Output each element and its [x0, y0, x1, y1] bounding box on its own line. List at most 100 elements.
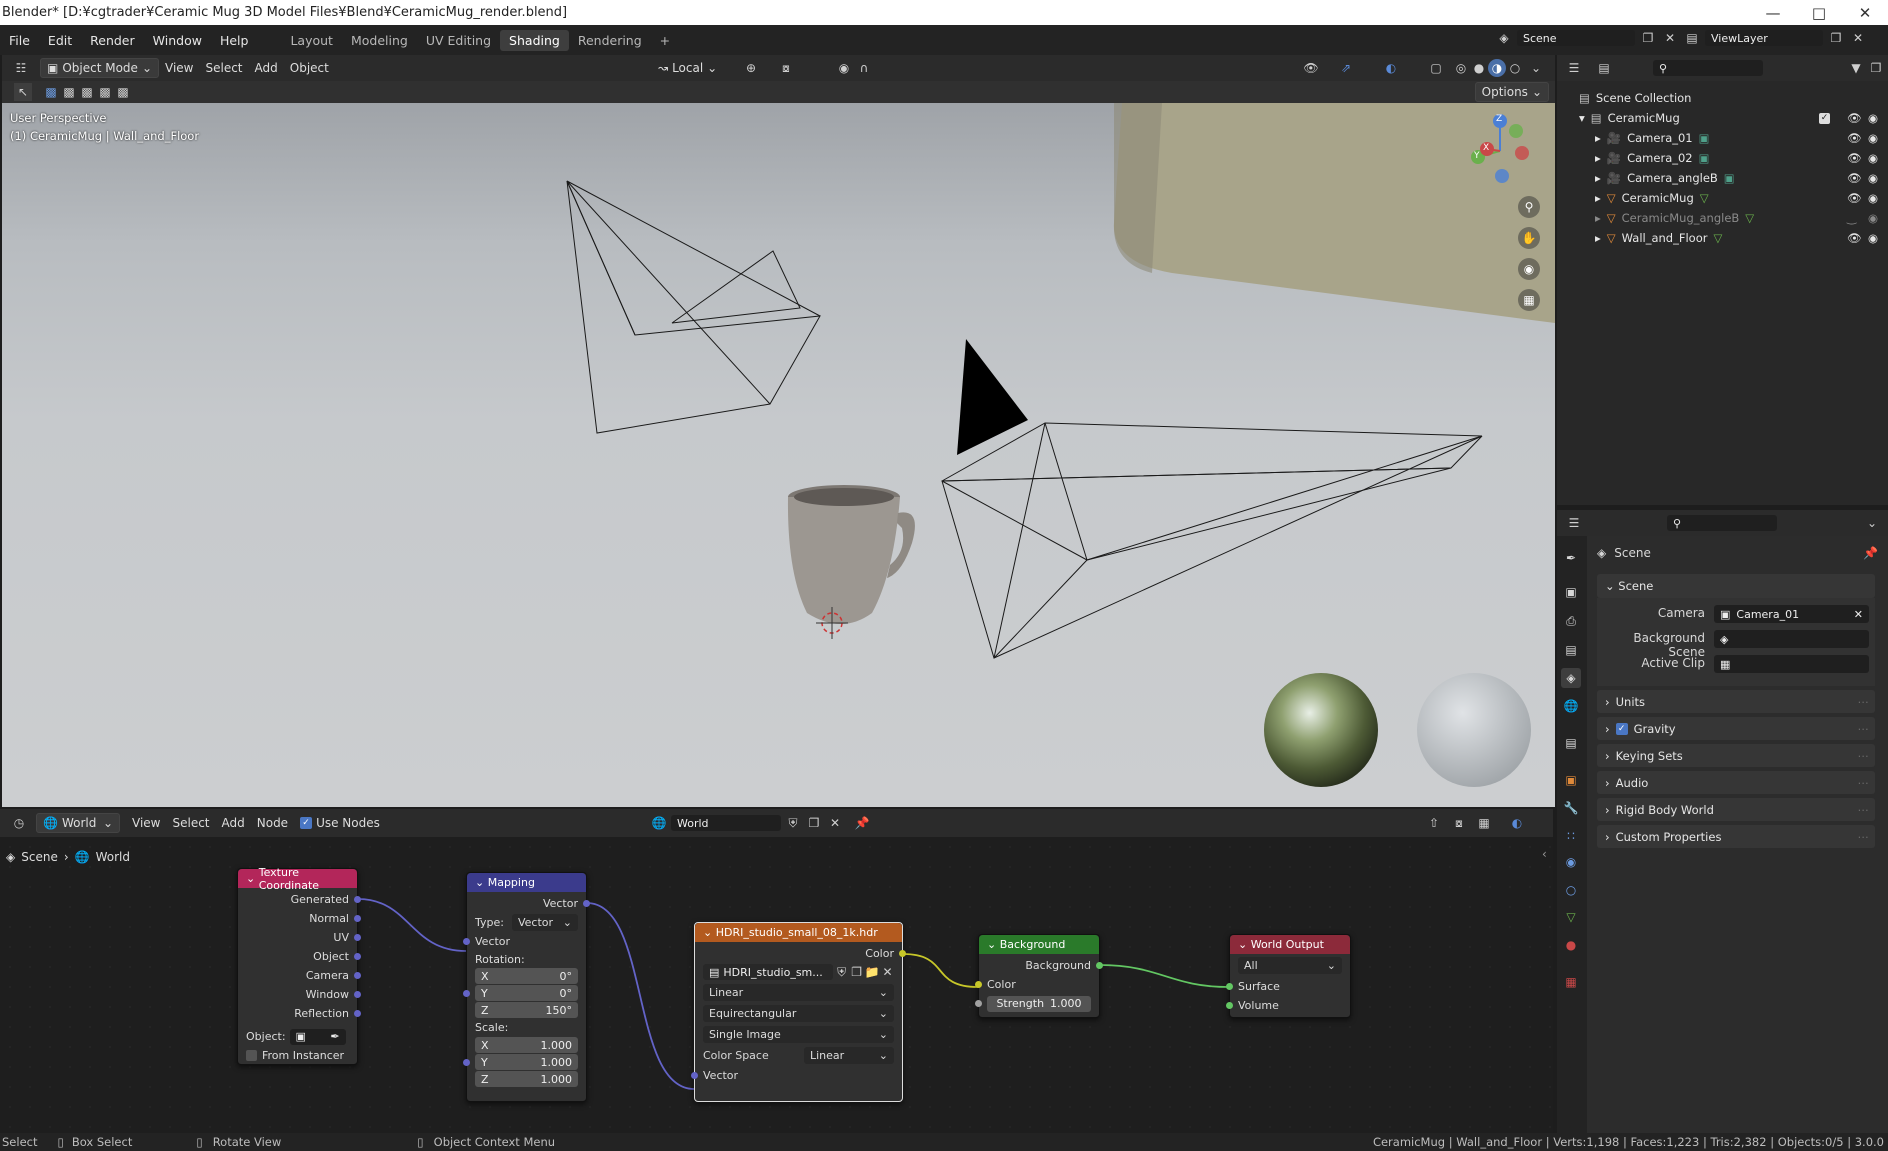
- chevron-right-icon[interactable]: ▸: [1595, 231, 1601, 245]
- output-socket[interactable]: [354, 896, 361, 903]
- output-properties-icon[interactable]: ⎙: [1561, 611, 1581, 631]
- new-viewlayer-icon[interactable]: ❐: [1827, 29, 1845, 47]
- world-properties-icon[interactable]: 🌐: [1561, 696, 1581, 716]
- display-mode-icon[interactable]: ▤: [1595, 59, 1613, 77]
- use-nodes-toggle[interactable]: ✓ Use Nodes: [294, 814, 386, 832]
- editor-type-icon[interactable]: ◷: [10, 814, 28, 832]
- render-camera-icon[interactable]: ◉: [1868, 231, 1878, 245]
- options-button[interactable]: Options ⌄: [1474, 82, 1549, 102]
- unlink-world-icon[interactable]: ✕: [826, 814, 844, 832]
- transform-orientation[interactable]: ↝ Local ⌄: [652, 59, 723, 77]
- hand-icon[interactable]: ✋: [1518, 227, 1540, 249]
- input-socket[interactable]: [975, 981, 982, 988]
- input-socket[interactable]: [463, 938, 470, 945]
- clear-icon[interactable]: ✕: [1854, 608, 1863, 621]
- delete-scene-icon[interactable]: ✕: [1661, 29, 1679, 47]
- world-name-field[interactable]: World: [671, 815, 781, 831]
- input-socket[interactable]: [463, 1059, 470, 1066]
- output-socket[interactable]: [354, 1010, 361, 1017]
- active-clip-field[interactable]: ▦: [1714, 655, 1869, 673]
- scene-selector[interactable]: Scene: [1517, 30, 1635, 46]
- object-picker[interactable]: ▣ ✒: [289, 1028, 346, 1045]
- menu-render[interactable]: Render: [81, 33, 144, 48]
- minimize-icon[interactable]: —: [1750, 0, 1796, 25]
- outliner-scene-collection[interactable]: ▤ Scene Collection: [1557, 88, 1888, 108]
- node-editor[interactable]: ◈ Scene › 🌐 World ‹ ⌄ Texture Coordinate…: [0, 837, 1553, 1133]
- panel-keying-sets[interactable]: › Keying Sets ⋯: [1597, 744, 1875, 767]
- interpolation-dropdown[interactable]: Linear ⌄: [703, 984, 894, 1001]
- tab-uv-editing[interactable]: UV Editing: [417, 30, 500, 51]
- object-properties-icon[interactable]: ▣: [1561, 770, 1581, 790]
- image-selector[interactable]: ▤ HDRI_studio_sm...: [703, 964, 834, 980]
- camera-data-icon[interactable]: ▣: [1699, 151, 1710, 165]
- world-browse-icon[interactable]: 🌐: [650, 814, 668, 832]
- color-space-dropdown[interactable]: Linear ⌄: [804, 1047, 894, 1064]
- input-socket[interactable]: [463, 990, 470, 997]
- panel-scene-header[interactable]: ⌄ Scene: [1597, 574, 1875, 598]
- camera-field[interactable]: ▣ Camera_01 ✕: [1714, 605, 1869, 623]
- editor-type-icon[interactable]: ☰: [1565, 514, 1583, 532]
- material-shading-icon[interactable]: ◑: [1488, 59, 1506, 77]
- panel-rigid-body-world[interactable]: › Rigid Body World ⋯: [1597, 798, 1875, 821]
- open-folder-icon[interactable]: 📁: [865, 963, 880, 981]
- mode-selector[interactable]: ▣ Object Mode ⌄: [40, 58, 159, 78]
- tab-modeling[interactable]: Modeling: [342, 30, 417, 51]
- mesh-data-icon[interactable]: ▽: [1713, 231, 1722, 245]
- output-socket[interactable]: [354, 934, 361, 941]
- outliner-item[interactable]: ▸ 🎥 Camera_02 ▣ 👁 ◉: [1557, 148, 1888, 168]
- scale-x-field[interactable]: X 1.000: [475, 1037, 578, 1053]
- node-background[interactable]: ⌄ Background Background Color Strength 1…: [975, 934, 1103, 1018]
- panel-custom-properties[interactable]: › Custom Properties ⋯: [1597, 825, 1875, 848]
- proportional-edit-icon[interactable]: ◉: [835, 59, 853, 77]
- chevron-right-icon[interactable]: ▸: [1595, 151, 1601, 165]
- node-texture-coordinate[interactable]: ⌄ Texture Coordinate Generated Normal UV…: [237, 866, 361, 1065]
- constraints-properties-icon[interactable]: ○: [1561, 880, 1581, 900]
- node-environment-texture[interactable]: ⌄ HDRI_studio_small_08_1k.hdr Color ▤ HDR…: [691, 922, 906, 1102]
- chevron-right-icon[interactable]: ▸: [1595, 131, 1601, 145]
- unlink-image-icon[interactable]: ✕: [881, 963, 894, 981]
- properties-search-input[interactable]: ⚲: [1667, 515, 1777, 531]
- select-invert-icon[interactable]: ▩: [96, 83, 114, 101]
- render-camera-icon[interactable]: ◉: [1868, 211, 1878, 225]
- render-camera-icon[interactable]: ◉: [1868, 131, 1878, 145]
- parent-node-icon[interactable]: ⇧: [1425, 814, 1443, 832]
- tab-shading[interactable]: Shading: [500, 29, 569, 51]
- drag-handle-icon[interactable]: ⋯: [1858, 695, 1870, 709]
- outliner-item[interactable]: ▸ ▽ Wall_and_Floor ▽ 👁 ◉: [1557, 228, 1888, 248]
- camera-data-icon[interactable]: ▣: [1724, 171, 1735, 185]
- pin-icon[interactable]: 📌: [853, 814, 871, 832]
- new-collection-icon[interactable]: ❐: [1867, 59, 1885, 77]
- collection-properties-icon[interactable]: ▤: [1561, 733, 1581, 753]
- eye-icon[interactable]: 👁: [1847, 111, 1862, 125]
- node-menu-node[interactable]: Node: [251, 814, 294, 832]
- filter-icon[interactable]: ▼: [1847, 59, 1865, 77]
- grid-view-icon[interactable]: ▦: [1518, 289, 1540, 311]
- menu-window[interactable]: Window: [144, 33, 211, 48]
- viewport-menu-object[interactable]: Object: [284, 59, 335, 77]
- overlays-icon[interactable]: ◐: [1382, 59, 1400, 77]
- mesh-data-icon[interactable]: ▽: [1745, 211, 1754, 225]
- outliner-search-input[interactable]: ⚲: [1653, 60, 1763, 76]
- maximize-icon[interactable]: □: [1796, 0, 1842, 25]
- eye-icon[interactable]: 👁: [1847, 171, 1862, 185]
- eye-icon[interactable]: 👁: [1847, 231, 1862, 245]
- select-subtract-icon[interactable]: ▩: [78, 83, 96, 101]
- chevron-right-icon[interactable]: ▸: [1595, 171, 1601, 185]
- node-overlays-icon[interactable]: ◐: [1508, 814, 1526, 832]
- menu-edit[interactable]: Edit: [39, 33, 81, 48]
- wireframe-shading-icon[interactable]: ◎: [1452, 59, 1470, 77]
- pin-icon[interactable]: 📌: [1863, 546, 1878, 560]
- target-dropdown[interactable]: All ⌄: [1238, 957, 1342, 974]
- drag-handle-icon[interactable]: ⋯: [1858, 776, 1870, 790]
- output-socket[interactable]: [354, 953, 361, 960]
- node-menu-add[interactable]: Add: [216, 814, 251, 832]
- scene-properties-icon[interactable]: ◈: [1561, 668, 1581, 688]
- node-menu-select[interactable]: Select: [166, 814, 215, 832]
- input-socket[interactable]: [975, 1000, 982, 1007]
- drag-handle-icon[interactable]: ⋯: [1858, 749, 1870, 763]
- output-socket[interactable]: [583, 900, 590, 907]
- rotation-x-field[interactable]: X 0°: [475, 968, 578, 984]
- input-socket[interactable]: [1226, 983, 1233, 990]
- fake-user-icon[interactable]: ⛨: [784, 814, 802, 832]
- outliner-item[interactable]: ▸ ▽ CeramicMug ▽ 👁 ◉: [1557, 188, 1888, 208]
